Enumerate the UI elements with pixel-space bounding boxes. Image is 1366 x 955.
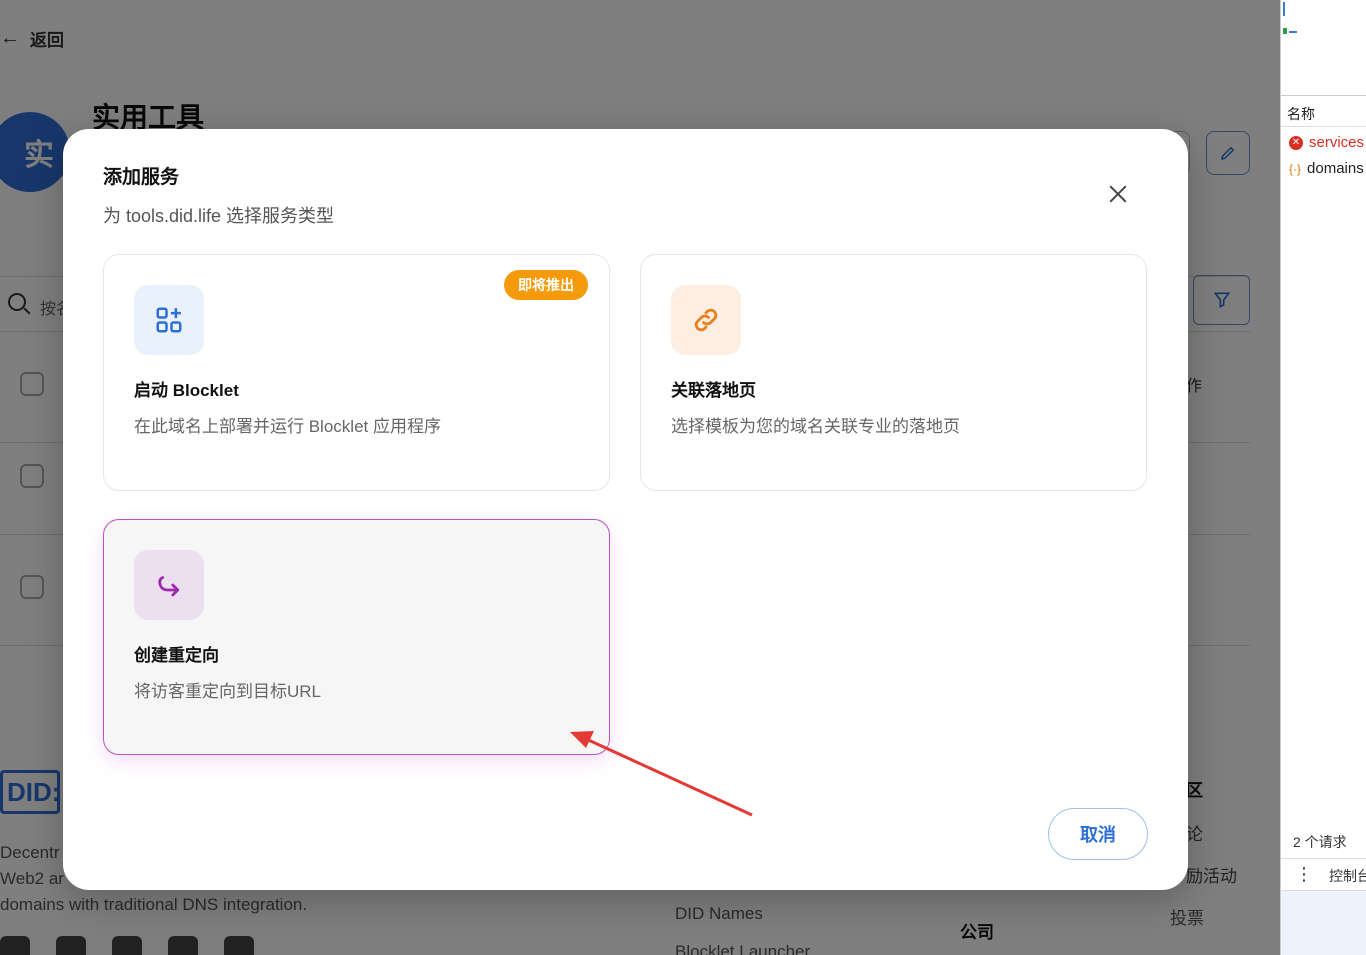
json-icon: {·} (1289, 161, 1302, 176)
timeline-bar (1283, 2, 1285, 16)
cancel-button[interactable]: 取消 (1048, 808, 1148, 860)
coming-soon-badge: 即将推出 (504, 270, 588, 300)
error-icon: ✕ (1289, 135, 1303, 150)
timeline-bar (1283, 28, 1287, 34)
network-request-item[interactable]: ✕ services (1289, 134, 1364, 151)
card-description: 选择模板为您的域名关联专业的落地页 (671, 417, 960, 436)
card-description: 将访客重定向到目标URL (134, 682, 322, 701)
service-card-redirect[interactable]: 创建重定向 将访客重定向到目标URL (103, 519, 610, 755)
request-name: services (1309, 134, 1365, 151)
card-title: 创建重定向 (134, 646, 219, 665)
card-title: 启动 Blocklet (134, 381, 239, 400)
close-icon[interactable] (1103, 179, 1133, 209)
redirect-arrow-icon (134, 550, 204, 620)
kebab-menu-icon[interactable]: ⋮ (1295, 864, 1313, 885)
dialog-subtitle: 为 tools.did.life 选择服务类型 (103, 206, 335, 226)
dialog-title: 添加服务 (103, 167, 180, 188)
console-tab[interactable]: 控制台 (1329, 866, 1366, 886)
add-service-dialog: 添加服务 为 tools.did.life 选择服务类型 即将推出 启动 Blo… (63, 129, 1188, 890)
service-card-blocklet[interactable]: 即将推出 启动 Blocklet 在此域名上部署并运行 Blocklet 应用程… (103, 254, 610, 491)
devtools-column-name: 名称 (1287, 106, 1315, 122)
card-title: 关联落地页 (671, 381, 756, 400)
devtools-panel: 名称 ✕ services {·} domains 2 个请求 ⋮ 控制台 (1280, 0, 1366, 955)
console-area (1281, 890, 1366, 955)
divider (1281, 126, 1366, 127)
devtools-timeline (1281, 0, 1366, 96)
request-name: domains (1307, 160, 1364, 177)
request-count: 2 个请求 (1293, 834, 1347, 850)
service-card-landing-page[interactable]: 关联落地页 选择模板为您的域名关联专业的落地页 (640, 254, 1147, 491)
apps-add-icon (134, 285, 204, 355)
divider (1281, 858, 1366, 859)
card-description: 在此域名上部署并运行 Blocklet 应用程序 (134, 417, 441, 436)
timeline-bar (1289, 31, 1297, 33)
link-icon (671, 285, 741, 355)
network-request-item[interactable]: {·} domains (1289, 160, 1364, 177)
